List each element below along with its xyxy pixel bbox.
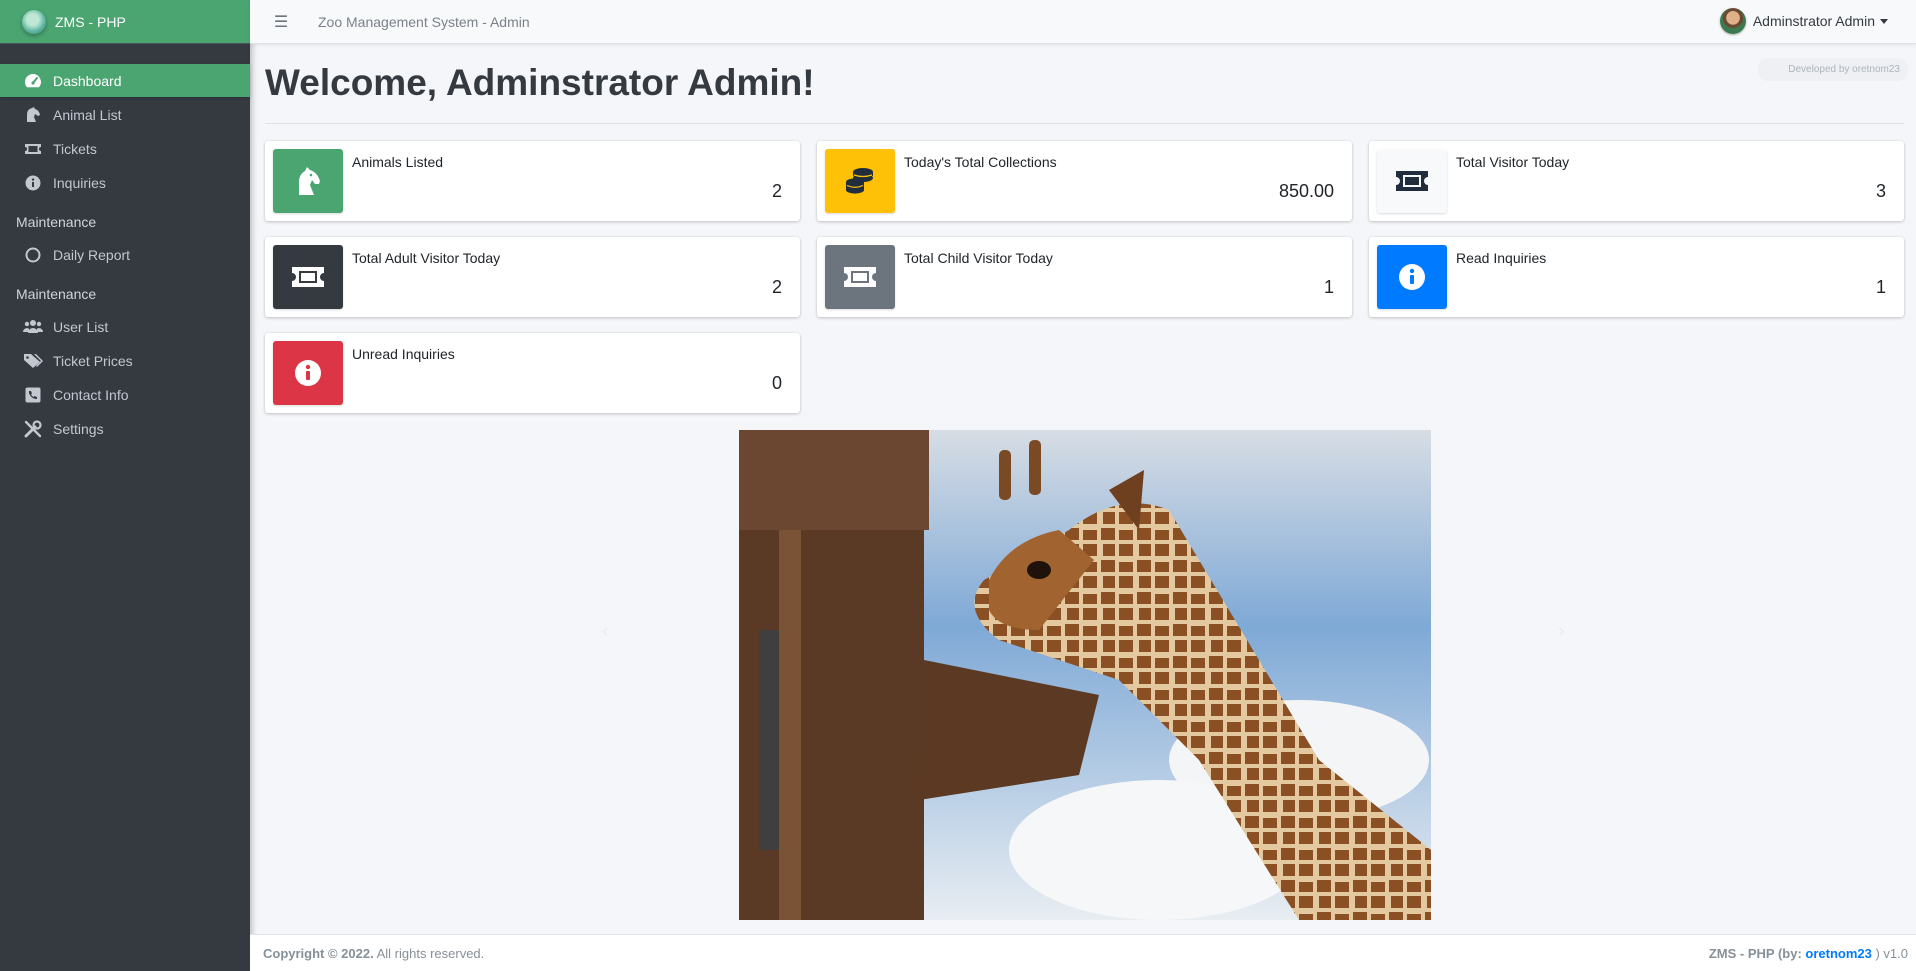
info-card-value: 3: [1875, 181, 1886, 201]
ticket-icon: [23, 140, 43, 158]
info-card-label: Total Child Visitor Today: [904, 250, 1053, 266]
sidebar-item-inquiries[interactable]: Inquiries: [0, 166, 250, 199]
info-card-value: 1: [1323, 277, 1334, 297]
info-card-adult-visitor: Total Adult Visitor Today 2: [265, 237, 800, 317]
info-card-value: 1: [1875, 277, 1886, 297]
sidebar-item-user-list[interactable]: User List: [0, 310, 250, 343]
page-title: Welcome, Adminstrator Admin!: [265, 62, 815, 103]
sidebar-item-animal-list[interactable]: Animal List: [0, 98, 250, 131]
tools-icon: [23, 419, 43, 438]
brand-link[interactable]: ZMS - PHP: [0, 0, 250, 44]
sidebar-item-label: Dashboard: [53, 72, 122, 89]
user-menu-dropdown[interactable]: Adminstrator Admin: [1719, 8, 1888, 34]
sidebar-header-maintenance: Maintenance: [16, 214, 97, 230]
circle-icon: [23, 246, 43, 264]
carousel-image: [739, 430, 1431, 920]
sidebar-item-label: User List: [53, 318, 109, 335]
credit-prefix: ZMS - PHP (by:: [1708, 945, 1806, 961]
user-name: Adminstrator Admin: [1752, 13, 1875, 29]
footer-credit: ZMS - PHP (by: oretnom23 ) v1.0: [1709, 946, 1908, 961]
sidebar-item-ticket-prices[interactable]: Ticket Prices: [0, 344, 250, 377]
sidebar-item-settings[interactable]: Settings: [0, 412, 250, 445]
copyright-text: Copyright © 2022.: [263, 945, 374, 961]
phone-square-icon: [23, 386, 43, 404]
sidebar-item-label: Settings: [53, 420, 104, 437]
info-card-label: Total Adult Visitor Today: [352, 250, 501, 266]
coins-icon: [825, 149, 895, 213]
ticket-icon: [1377, 149, 1447, 213]
sidebar-header-maintenance-2: Maintenance: [16, 286, 97, 302]
sidebar-item-label: Daily Report: [53, 246, 131, 263]
sidebar-item-label: Animal List: [53, 106, 122, 123]
sidebar-item-dashboard[interactable]: Dashboard: [0, 64, 250, 97]
sidebar-item-label: Contact Info: [53, 386, 129, 403]
divider: [265, 123, 1904, 124]
tachometer-icon: [23, 72, 43, 90]
sidebar-item-label: Tickets: [53, 140, 97, 157]
info-card-animals-listed: Animals Listed 2: [265, 141, 800, 221]
users-icon: [23, 318, 43, 336]
credit-link[interactable]: oretnom23: [1805, 946, 1871, 961]
brand-logo-icon: [22, 9, 46, 34]
sidebar-nav: Dashboard Animal List Tickets Inquiries …: [0, 44, 250, 445]
carousel-next-icon[interactable]: ›: [1558, 620, 1565, 643]
sidebar-item-contact-info[interactable]: Contact Info: [0, 378, 250, 411]
ticket-icon: [825, 245, 895, 309]
info-card-value: 0: [771, 373, 782, 393]
credit-suffix: ) v1.0: [1871, 945, 1908, 961]
info-card-total-collections: Today's Total Collections 850.00: [817, 141, 1352, 221]
info-card-label: Unread Inquiries: [352, 346, 455, 362]
footer: Copyright © 2022. All rights reserved. Z…: [250, 934, 1916, 971]
sidebar-item-label: Ticket Prices: [53, 352, 133, 369]
info-card-read-inquiries: Read Inquiries 1: [1369, 237, 1904, 317]
info-card-label: Today's Total Collections: [904, 154, 1057, 170]
footer-copyright: Copyright © 2022. All rights reserved.: [263, 946, 484, 961]
info-card-label: Total Visitor Today: [1456, 154, 1570, 170]
info-circle-icon: [1377, 245, 1447, 309]
info-card-value: 850.00: [1278, 181, 1334, 201]
tags-icon: [23, 352, 43, 370]
info-card-unread-inquiries: Unread Inquiries 0: [265, 333, 800, 413]
info-card-value: 2: [771, 181, 782, 201]
rights-text: All rights reserved.: [376, 945, 485, 961]
info-card-value: 2: [771, 277, 782, 297]
brand-name: ZMS - PHP: [55, 13, 126, 30]
developer-badge: Developed by oretnom23: [1758, 58, 1908, 81]
info-card-child-visitor: Total Child Visitor Today 1: [817, 237, 1352, 317]
top-title: Zoo Management System - Admin: [318, 13, 530, 30]
info-card-label: Read Inquiries: [1456, 250, 1547, 266]
sidebar: ZMS - PHP Dashboard Animal List Tickets …: [0, 0, 250, 971]
top-navbar: ☰ Zoo Management System - Admin Adminstr…: [250, 0, 1916, 44]
info-circle-icon: [23, 174, 43, 192]
horse-icon: [23, 106, 43, 124]
info-card-label: Animals Listed: [352, 154, 444, 170]
ticket-icon: [273, 245, 343, 309]
info-card-total-visitor: Total Visitor Today 3: [1369, 141, 1904, 221]
avatar: [1719, 8, 1746, 34]
sidebar-item-daily-report[interactable]: Daily Report: [0, 238, 250, 271]
caret-down-icon: [1880, 18, 1888, 24]
carousel-prev-icon[interactable]: ‹: [602, 620, 609, 643]
sidebar-item-label: Inquiries: [53, 174, 106, 191]
sidebar-item-tickets[interactable]: Tickets: [0, 132, 250, 165]
horse-head-icon: [273, 149, 343, 213]
info-circle-icon: [273, 341, 343, 405]
hamburger-menu-icon[interactable]: ☰: [266, 12, 296, 32]
